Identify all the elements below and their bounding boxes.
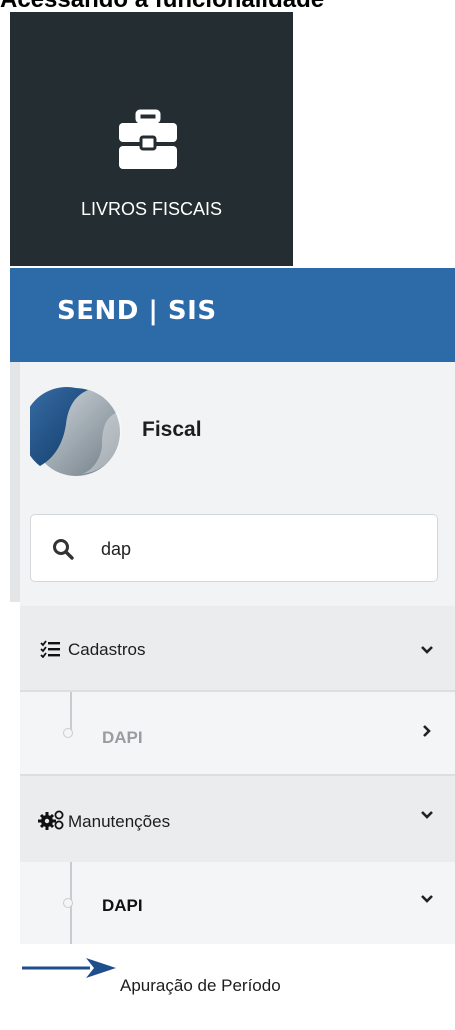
- menu-cadastros-dapi[interactable]: DAPI: [20, 692, 455, 774]
- search-icon: [53, 539, 74, 560]
- manutencoes-dapi-label: DAPI: [102, 896, 143, 915]
- cadastros-dapi-label: DAPI: [102, 728, 143, 747]
- apuracao-label: Apuração de Período: [120, 976, 281, 995]
- chevron-right-icon: [423, 725, 431, 737]
- chevron-down-icon: [421, 895, 433, 903]
- toolbox-icon: [119, 109, 177, 169]
- search-box[interactable]: [30, 514, 438, 582]
- sidebar-border-lower: [10, 602, 20, 1030]
- search-input[interactable]: [101, 535, 421, 563]
- menu-manutencoes[interactable]: Manutenções: [20, 776, 455, 862]
- app-header: SEND | SIS: [10, 268, 455, 362]
- menu-manutencoes-dapi[interactable]: DAPI: [20, 862, 455, 944]
- chevron-down-icon: [421, 646, 433, 654]
- tree-node: [63, 898, 73, 908]
- tree-node: [63, 728, 73, 738]
- document-heading: Acessando a funcionalidade: [0, 0, 455, 12]
- module-title: Fiscal: [142, 418, 202, 441]
- checklist-icon: [40, 640, 60, 658]
- brand-name: SEND | SIS: [57, 296, 217, 326]
- tile-label: LIVROS FISCAIS: [80, 199, 223, 219]
- sidebar-border: [10, 362, 20, 602]
- module-logo: [30, 387, 122, 476]
- livros-fiscais-tile[interactable]: LIVROS FISCAIS: [10, 12, 293, 266]
- gears-icon: [38, 810, 64, 830]
- pointer-arrow-icon: [22, 958, 116, 978]
- manutencoes-label: Manutenções: [68, 812, 171, 831]
- chevron-down-icon: [421, 811, 433, 819]
- cadastros-label: Cadastros: [68, 640, 146, 659]
- menu-cadastros[interactable]: Cadastros: [20, 606, 455, 690]
